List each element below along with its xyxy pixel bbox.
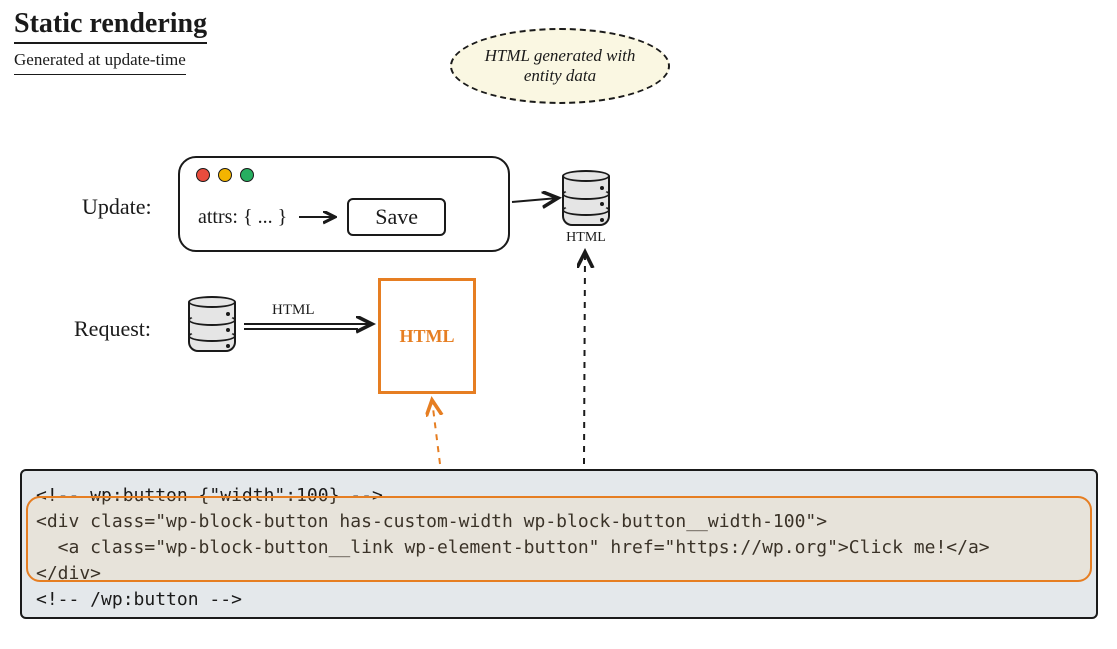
attrs-label: attrs: { ... } bbox=[198, 206, 287, 229]
html-box-label: HTML bbox=[399, 326, 454, 347]
traffic-lights-icon bbox=[196, 168, 254, 182]
request-label: Request: bbox=[74, 316, 151, 342]
arrow-label: HTML bbox=[272, 302, 315, 319]
diagram-title: Static rendering bbox=[14, 8, 207, 44]
diagram-subtitle: Generated at update-time bbox=[14, 50, 186, 75]
close-icon bbox=[196, 168, 210, 182]
database-icon: HTML bbox=[562, 170, 610, 246]
database-stack-icon bbox=[562, 170, 610, 226]
code-line-3: <a class="wp-block-button__link wp-eleme… bbox=[36, 537, 990, 558]
database-stack-icon bbox=[188, 296, 236, 352]
code-line-1: <!-- wp:button {"width":100} --> bbox=[36, 485, 383, 506]
db-caption: HTML bbox=[562, 230, 610, 246]
callout-text: HTML generated with entity data bbox=[474, 46, 646, 87]
code-line-5: <!-- /wp:button --> bbox=[36, 589, 242, 610]
code-block: <!-- wp:button {"width":100} --> <div cl… bbox=[20, 469, 1098, 619]
callout-bubble: HTML generated with entity data bbox=[450, 28, 670, 104]
code-line-4: </div> bbox=[36, 563, 101, 584]
update-label: Update: bbox=[82, 194, 152, 220]
editor-window: attrs: { ... } Save bbox=[178, 156, 510, 252]
html-output-box: HTML bbox=[378, 278, 476, 394]
maximize-icon bbox=[240, 168, 254, 182]
minimize-icon bbox=[218, 168, 232, 182]
save-button[interactable]: Save bbox=[347, 198, 446, 236]
code-line-2: <div class="wp-block-button has-custom-w… bbox=[36, 511, 827, 532]
arrow-icon bbox=[297, 209, 337, 225]
database-icon bbox=[188, 296, 236, 352]
